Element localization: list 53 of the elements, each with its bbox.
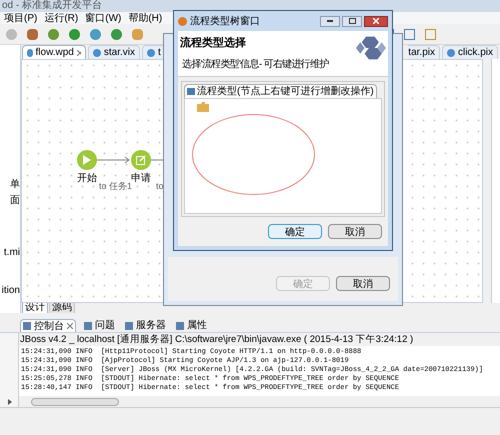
- arrow-right-icon[interactable]: [8, 399, 12, 405]
- editor-tab[interactable]: flow.wpd: [22, 45, 86, 59]
- file-icon: [147, 48, 155, 56]
- tree-item[interactable]: 单: [10, 177, 20, 192]
- horizontal-scrollbar[interactable]: [19, 396, 500, 407]
- dialog-description: 选择'流程类型'信息- 可右键进行维护: [181, 58, 329, 72]
- tree-item[interactable]: ition: [2, 283, 20, 298]
- scroll-thumb[interactable]: [31, 398, 119, 406]
- hexagon-logo-icon: [356, 35, 386, 61]
- menu-item[interactable]: 窗口(W): [85, 10, 122, 26]
- dialog-title: 流程类型树窗口: [190, 14, 260, 28]
- connector-arrow: [97, 156, 131, 164]
- window-title: od - 标准集成开发平台: [2, 0, 102, 12]
- view-tab[interactable]: 服务器: [123, 319, 168, 332]
- view-tab[interactable]: 属性: [174, 319, 209, 332]
- file-icon: [27, 48, 33, 56]
- folder-icon[interactable]: [197, 102, 209, 112]
- maximize-icon: [348, 18, 356, 24]
- menu-item[interactable]: 帮助(H): [128, 10, 162, 26]
- menu-item[interactable]: 项目(P): [4, 10, 38, 26]
- view-icon: [23, 322, 31, 330]
- console-header: JBoss v4.2 _ localhost [通用服务器] C:\software\jre7\bin\javaw.exe ( 2015-4-13 下午3:24:12 ): [19, 333, 500, 346]
- node-label: 申请: [131, 172, 151, 184]
- play-icon: [83, 155, 91, 165]
- dialog-button[interactable]: 取消: [328, 224, 382, 239]
- editor-tab[interactable]: star.vix: [88, 45, 140, 59]
- edge-label: to: [156, 180, 164, 193]
- tree-item[interactable]: 面: [10, 193, 20, 208]
- panel-tab[interactable]: 流程类型(节点上右键可进行增删改操作): [184, 84, 377, 98]
- minimize-icon: [327, 20, 333, 22]
- file-icon: [446, 48, 455, 56]
- node-label: 开始: [77, 172, 97, 186]
- edge-label: to 任务1: [99, 181, 132, 193]
- minimize-button[interactable]: [320, 16, 340, 26]
- dialog-button[interactable]: 取消: [336, 276, 390, 290]
- app-icon: [178, 16, 187, 26]
- view-tab[interactable]: 控制台: [20, 319, 76, 332]
- box-icon[interactable]: [27, 28, 38, 40]
- menu-item[interactable]: 运行(R): [44, 10, 78, 26]
- edit-icon: [136, 155, 146, 165]
- maximize-button[interactable]: [342, 16, 362, 26]
- dialog-button[interactable]: 确定: [268, 224, 322, 239]
- view-icon: [125, 322, 133, 330]
- editor-tab[interactable]: click.pix: [442, 45, 498, 59]
- view-icon: [84, 322, 92, 330]
- file-icon: [93, 48, 101, 56]
- dialog-heading: 流程类型选择: [180, 36, 247, 51]
- tree-item[interactable]: t.mi: [4, 245, 20, 260]
- editor-tab[interactable]: tar.pix: [408, 45, 440, 59]
- view-icon: [176, 322, 184, 330]
- view-tab[interactable]: 问题: [82, 319, 117, 332]
- close-button[interactable]: [364, 16, 388, 26]
- monitor-icon: [187, 88, 195, 95]
